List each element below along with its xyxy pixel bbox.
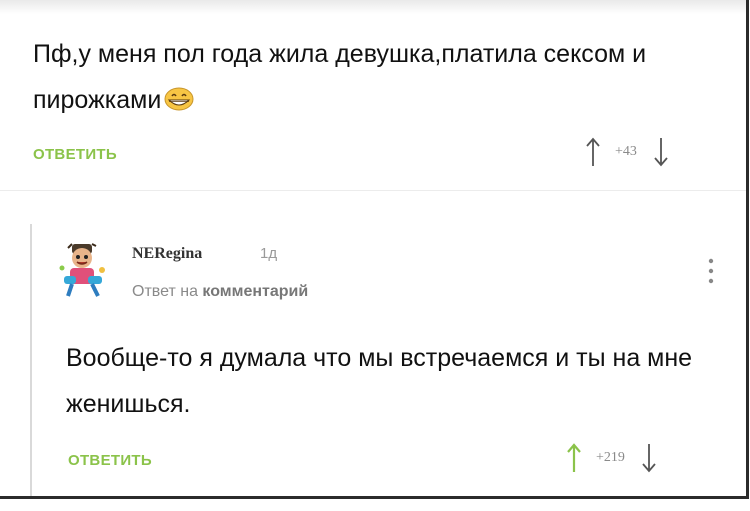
user-avatar[interactable] (58, 240, 110, 298)
downvote-arrow-icon[interactable] (641, 442, 657, 474)
comment-1-text: Пф,у меня пол года жила девушка,платила … (33, 40, 647, 114)
reply-to-comment-link[interactable]: комментарий (202, 283, 308, 300)
comment-divider (0, 190, 746, 191)
downvote-arrow-icon[interactable] (653, 136, 669, 168)
comment-2-rating: +219 (596, 450, 625, 465)
thread-line (30, 224, 32, 496)
comment-1-rating: +43 (615, 144, 637, 159)
reply-to-prefix: Ответ на (132, 283, 198, 300)
comment-1-votes: +43 (585, 136, 669, 168)
comment-2-text: Вообще-то я думала что мы встречаемся и … (66, 344, 693, 418)
comment-2-reply-to: Ответ на комментарий (132, 283, 308, 301)
more-options-icon[interactable] (708, 257, 714, 285)
comment-2-reply-button[interactable]: ОТВЕТИТЬ (68, 452, 152, 469)
top-fade (0, 0, 746, 14)
upvote-arrow-icon[interactable] (566, 442, 582, 474)
comments-panel: Пф,у меня пол года жила девушка,платила … (0, 0, 749, 499)
grinning-face-emoji-icon (164, 87, 194, 111)
comment-2-votes: +219 (566, 442, 657, 474)
comment-2-time: 1д (260, 245, 278, 262)
upvote-arrow-icon[interactable] (585, 136, 601, 168)
comment-2-username[interactable]: NERegina (132, 245, 202, 263)
comment-1-body: Пф,у меня пол года жила девушка,платила … (33, 31, 723, 123)
comment-1-reply-button[interactable]: ОТВЕТИТЬ (33, 146, 117, 163)
